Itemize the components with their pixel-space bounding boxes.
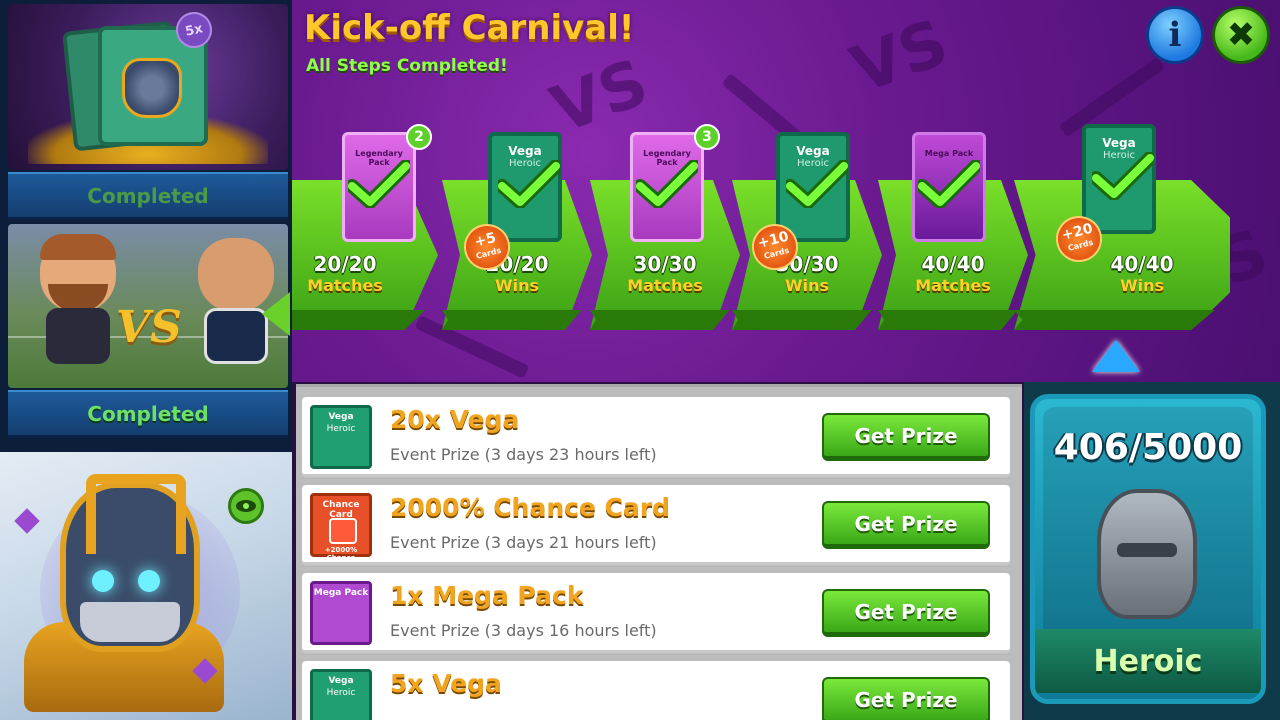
- reward-count-badge: 3: [694, 124, 720, 150]
- game-screen: 5x Completed VS Completed VS VS Kick-off…: [0, 0, 1280, 720]
- prize-subtitle: Event Prize (3 days 23 hours left): [390, 445, 657, 464]
- prize-list: Vega Heroic 20x Vega Event Prize (3 days…: [296, 384, 1022, 720]
- event-subtitle: All Steps Completed!: [306, 56, 508, 76]
- event-card-vs[interactable]: VS Completed: [8, 224, 288, 444]
- eye-icon[interactable]: [228, 488, 264, 524]
- locked-hero-icon: [1097, 489, 1197, 619]
- event-card-image: 5x: [8, 4, 288, 170]
- get-prize-button[interactable]: Get Prize: [822, 677, 990, 720]
- gem-icon: [14, 508, 40, 534]
- prize-row: Vega Heroic 20x Vega Event Prize (3 days…: [302, 397, 1010, 477]
- info-button[interactable]: i: [1146, 6, 1204, 64]
- hero-eye: [138, 570, 160, 592]
- step-progress: 20/20: [485, 252, 549, 276]
- checkmark-icon: [1089, 151, 1157, 201]
- step-label: Matches: [307, 276, 383, 295]
- event-card-coins[interactable]: 5x Completed: [8, 4, 288, 222]
- checkmark-icon: [915, 159, 983, 209]
- hero-crest: [86, 474, 186, 554]
- step-label: Wins: [784, 276, 830, 295]
- prize-subtitle: Event Prize (3 days 16 hours left): [390, 621, 657, 640]
- hero-jaw: [80, 602, 180, 642]
- hero-card[interactable]: 406/5000 Heroic: [1030, 394, 1266, 704]
- hero-face-icon: [122, 58, 182, 118]
- prize-title: 5x Vega: [390, 669, 502, 698]
- prize-row: Vega Heroic 5x Vega Get Prize: [302, 661, 1010, 720]
- mega-pack-thumb: Mega Pack: [310, 581, 372, 645]
- hero-fragment-count: 406/5000: [1053, 427, 1243, 468]
- hero-progress-panel: 406/5000 Heroic: [1024, 382, 1280, 720]
- completed-label: Completed: [8, 390, 288, 438]
- vega-card-thumb: Vega Heroic: [310, 669, 372, 720]
- chance-card-thumb: Chance Card +2000% Chance: [310, 493, 372, 562]
- checkmark-icon: [495, 159, 563, 209]
- get-prize-button[interactable]: Get Prize: [822, 501, 990, 549]
- step-label: Matches: [915, 276, 991, 295]
- completed-label: Completed: [8, 172, 288, 220]
- checkmark-icon: [345, 159, 413, 209]
- reward-count-badge: 2: [406, 124, 432, 150]
- event-card-image: VS: [8, 224, 288, 388]
- hero-eye: [92, 570, 114, 592]
- prize-subtitle: Event Prize (3 days 21 hours left): [390, 533, 657, 552]
- step-progress: 20/20: [313, 252, 377, 276]
- arrow-up-icon[interactable]: [1092, 340, 1140, 372]
- get-prize-button[interactable]: Get Prize: [822, 589, 990, 637]
- close-button[interactable]: ✖: [1212, 6, 1270, 64]
- step-progress: 30/30: [633, 252, 697, 276]
- step-progress: 40/40: [921, 252, 985, 276]
- step-label: Matches: [627, 276, 703, 295]
- event-list-sidebar: 5x Completed VS Completed: [0, 0, 292, 720]
- prize-row: Chance Card +2000% Chance 2000% Chance C…: [302, 485, 1010, 565]
- checkmark-icon: [783, 159, 851, 209]
- step-label: Wins: [494, 276, 540, 295]
- dice-icon: [329, 518, 357, 544]
- prize-row: Mega Pack 1x Mega Pack Event Prize (3 da…: [302, 573, 1010, 653]
- prize-title: 1x Mega Pack: [390, 581, 584, 610]
- hero-rarity: Heroic: [1035, 629, 1261, 693]
- step-label: Wins: [1119, 276, 1165, 295]
- get-prize-button[interactable]: Get Prize: [822, 413, 990, 461]
- step-progress: 40/40: [1110, 252, 1174, 276]
- checkmark-icon: [633, 159, 701, 209]
- event-title: Kick-off Carnival!: [304, 8, 635, 48]
- vega-card-thumb: Vega Heroic: [310, 405, 372, 469]
- event-banner: VS VS VS Kick-off Carnival! All Steps Co…: [292, 0, 1280, 382]
- arrow-left-icon[interactable]: [262, 292, 290, 336]
- prize-title: 20x Vega: [390, 405, 520, 434]
- vs-label: VS: [116, 302, 182, 353]
- prize-title: 2000% Chance Card: [390, 493, 671, 522]
